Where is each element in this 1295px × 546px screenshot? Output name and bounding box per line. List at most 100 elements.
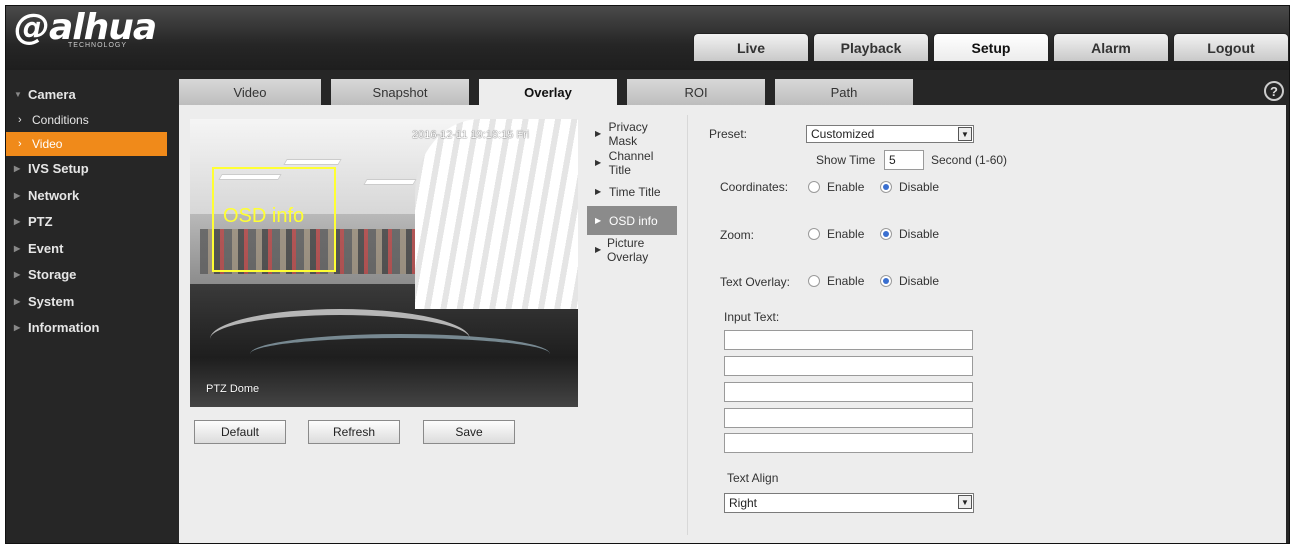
text-align-label: Text Align: [727, 471, 779, 485]
expanded-triangle-icon: ▼: [14, 89, 22, 99]
sidebar-item-system[interactable]: ▶ System: [6, 288, 176, 315]
sidebar-item-information[interactable]: ▶ Information: [6, 315, 176, 342]
sidebar-item-ptz[interactable]: ▶ PTZ: [6, 209, 176, 236]
input-text-line-2[interactable]: [724, 356, 973, 376]
nav-playback[interactable]: Playback: [813, 33, 929, 61]
sidebar-item-label: Storage: [28, 267, 77, 283]
sidebar-item-label: Camera: [28, 86, 76, 102]
arrow-right-icon: ▶: [595, 129, 602, 138]
arrow-right-icon: ▶: [595, 216, 602, 225]
dropdown-arrow-icon: ▼: [958, 127, 972, 141]
overlay-item-channel-title[interactable]: ▶ Channel Title: [587, 148, 677, 177]
text-align-select[interactable]: Right ▼: [724, 493, 974, 513]
logo: @alhua TECHNOLOGY: [14, 7, 157, 50]
logo-tagline: TECHNOLOGY: [68, 42, 128, 49]
input-text-line-5[interactable]: [724, 433, 973, 453]
zoom-enable-label: Enable: [827, 227, 865, 241]
input-text-line-4[interactable]: [724, 408, 973, 428]
arrow-right-icon: ▶: [595, 158, 602, 167]
input-text-line-3[interactable]: [724, 382, 973, 402]
header: @alhua TECHNOLOGY Live Playback Setup Al…: [6, 6, 1289, 70]
tab-bar: Video Snapshot Overlay ROI Path ?: [179, 79, 1286, 105]
text-overlay-disable-radio[interactable]: [880, 275, 892, 287]
collapsed-triangle-icon: ▶: [14, 190, 21, 200]
show-time-unit: Second (1-60): [931, 153, 1008, 167]
sidebar-item-label: Video: [32, 136, 63, 151]
overlay-item-label: OSD info: [609, 213, 658, 228]
tab-overlay[interactable]: Overlay: [479, 79, 617, 105]
sidebar: ▼ Camera › Conditions › Video ▶ IVS Setu…: [6, 81, 176, 341]
preview-channel-name: PTZ Dome: [206, 383, 260, 395]
arrow-right-icon: ▶: [595, 245, 602, 254]
sidebar-item-video[interactable]: › Video: [6, 131, 167, 156]
sidebar-item-label: Network: [28, 187, 80, 203]
sidebar-item-label: Event: [28, 240, 64, 256]
sidebar-item-event[interactable]: ▶ Event: [6, 235, 176, 262]
text-overlay-enable-radio[interactable]: [808, 275, 820, 287]
nav-setup[interactable]: Setup: [933, 33, 1049, 61]
overlay-item-label: Time Title: [609, 184, 661, 199]
tab-video[interactable]: Video: [179, 79, 321, 105]
coordinates-label: Coordinates:: [720, 180, 789, 194]
tab-path[interactable]: Path: [775, 79, 913, 105]
save-button[interactable]: Save: [423, 420, 515, 444]
collapsed-triangle-icon: ▶: [14, 243, 21, 253]
zoom-disable-label: Disable: [899, 227, 940, 241]
sidebar-item-ivs-setup[interactable]: ▶ IVS Setup: [6, 156, 176, 183]
text-overlay-enable-label: Enable: [827, 274, 865, 288]
overlay-item-label: Privacy Mask: [608, 119, 648, 148]
nav-logout[interactable]: Logout: [1173, 33, 1289, 61]
zoom-label: Zoom:: [720, 228, 755, 242]
sidebar-item-conditions[interactable]: › Conditions: [6, 108, 176, 132]
input-text-line-1[interactable]: [724, 330, 973, 350]
tab-snapshot[interactable]: Snapshot: [331, 79, 469, 105]
sidebar-item-label: IVS Setup: [28, 161, 89, 177]
sidebar-item-label: PTZ: [28, 214, 53, 230]
arrow-right-icon: ▶: [595, 187, 602, 196]
collapsed-triangle-icon: ▶: [14, 296, 21, 306]
overlay-panel: 2016-12-11 19:16:15 Fri OSD info PTZ Dom…: [179, 105, 1286, 543]
overlay-item-osd-info[interactable]: ▶ OSD info: [587, 206, 677, 235]
default-button[interactable]: Default: [194, 420, 286, 444]
sidebar-item-label: Information: [28, 320, 100, 336]
overlay-menu: ▶ Privacy Mask ▶ Channel Title ▶ Time Title…: [587, 119, 677, 264]
sidebar-item-camera[interactable]: ▼ Camera: [6, 81, 176, 108]
sidebar-item-network[interactable]: ▶ Network: [6, 182, 176, 209]
chevron-right-icon: ›: [18, 137, 22, 150]
zoom-disable-radio[interactable]: [880, 228, 892, 240]
tab-roi[interactable]: ROI: [627, 79, 765, 105]
overlay-item-privacy-mask[interactable]: ▶ Privacy Mask: [587, 119, 677, 148]
scene-cables: [250, 334, 550, 374]
collapsed-triangle-icon: ▶: [14, 217, 21, 227]
collapsed-triangle-icon: ▶: [14, 323, 21, 333]
collapsed-triangle-icon: ▶: [14, 164, 21, 174]
osd-text: OSD info: [223, 205, 305, 227]
preset-select[interactable]: Customized ▼: [806, 125, 974, 143]
overlay-item-picture-overlay[interactable]: ▶ Picture Overlay: [587, 235, 677, 264]
overlay-item-time-title[interactable]: ▶ Time Title: [587, 177, 677, 206]
preview-timestamp: 2016-12-11 19:16:15 Fri: [412, 129, 530, 141]
preset-label: Preset:: [709, 127, 748, 141]
sidebar-item-storage[interactable]: ▶ Storage: [6, 262, 176, 289]
coordinates-enable-label: Enable: [827, 180, 865, 194]
coordinates-enable-radio[interactable]: [808, 181, 820, 193]
sidebar-item-label: Conditions: [32, 112, 89, 127]
nav-live[interactable]: Live: [693, 33, 809, 61]
nav-alarm[interactable]: Alarm: [1053, 33, 1169, 61]
show-time-input[interactable]: 5: [884, 150, 924, 170]
coordinates-disable-label: Disable: [899, 180, 940, 194]
help-icon[interactable]: ?: [1264, 81, 1284, 101]
scene-foam: [415, 119, 578, 309]
top-navigation: Live Playback Setup Alarm Logout: [693, 33, 1289, 61]
collapsed-triangle-icon: ▶: [14, 270, 21, 280]
zoom-enable-radio[interactable]: [808, 228, 820, 240]
coordinates-disable-radio[interactable]: [880, 181, 892, 193]
text-overlay-label: Text Overlay:: [720, 275, 791, 289]
show-time-label: Show Time: [816, 153, 876, 167]
panel-divider: [687, 115, 688, 535]
overlay-item-label: Channel Title: [608, 148, 654, 177]
preset-value: Customized: [811, 127, 875, 141]
input-text-label: Input Text:: [724, 310, 780, 324]
refresh-button[interactable]: Refresh: [308, 420, 400, 444]
chevron-right-icon: ›: [18, 113, 22, 126]
